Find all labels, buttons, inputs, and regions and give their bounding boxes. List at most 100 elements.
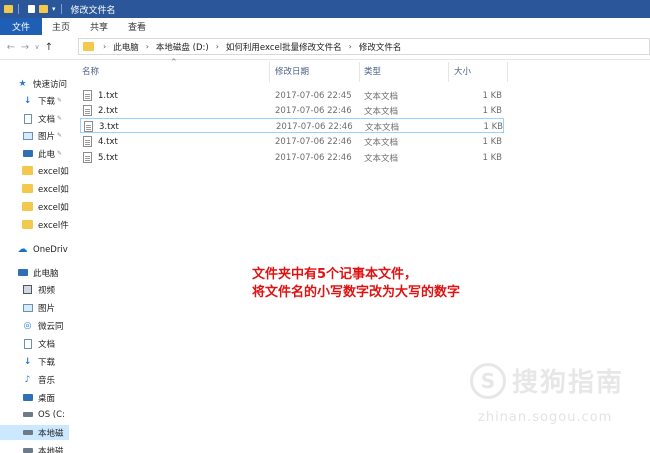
breadcrumb-this-pc[interactable]: 此电脑: [110, 41, 142, 53]
file-date: 2017-07-06 22:46: [275, 152, 352, 163]
sidebar-item-downloads-pc[interactable]: ↓ 下载: [0, 354, 69, 369]
sidebar-item-drive-c[interactable]: OS (C:: [0, 407, 69, 422]
file-size: 1 KB: [482, 136, 502, 147]
sidebar-item-downloads[interactable]: ↓ 下载 ✎: [0, 93, 69, 108]
back-arrow-icon[interactable]: ←: [4, 42, 18, 53]
sidebar-item-desktop[interactable]: 桌面: [0, 390, 69, 405]
sidebar-item-label: 本地磁: [38, 428, 64, 439]
sidebar-item-label: 音乐: [38, 375, 56, 386]
sidebar-item-drive-d[interactable]: 本地磁: [0, 425, 69, 440]
picture-icon: [22, 131, 33, 141]
chevron-right-icon[interactable]: ›: [212, 42, 223, 51]
quick-access-dropdown-icon[interactable]: ▾: [52, 5, 56, 13]
download-icon: ↓: [23, 356, 32, 367]
file-row[interactable]: 2.txt 2017-07-06 22:46 文本文档 1 KB: [80, 103, 504, 118]
sidebar-item-label: 视频: [38, 285, 56, 296]
file-type: 文本文档: [364, 137, 399, 148]
chevron-right-icon[interactable]: ›: [142, 42, 153, 51]
window-title: 修改文件名: [70, 5, 116, 16]
column-divider[interactable]: [507, 62, 508, 82]
sidebar-item-folder[interactable]: excel如: [0, 199, 69, 214]
sidebar-item-label: 文档: [38, 114, 56, 125]
text-file-icon: [83, 136, 92, 147]
music-icon: ♪: [24, 374, 31, 385]
recent-locations-icon[interactable]: ∨: [32, 43, 42, 51]
navigation-bar: ← → ∨ ↑ › 此电脑 › 本地磁盘 (D:) › 如何利用excel批量修…: [0, 35, 650, 60]
sidebar-item-label: 下载: [38, 96, 56, 107]
column-header-name[interactable]: 名称: [82, 60, 99, 82]
file-row-selected[interactable]: 3.txt 2017-07-06 22:46 文本文档 1 KB: [80, 118, 504, 133]
sidebar-item-label: 本地磁: [38, 446, 64, 453]
new-folder-icon[interactable]: [39, 5, 48, 13]
column-header-date[interactable]: 修改日期: [275, 60, 309, 82]
text-file-icon: [83, 90, 92, 101]
sidebar-item-documents[interactable]: 文档 ✎: [0, 111, 69, 126]
properties-icon[interactable]: [28, 5, 35, 13]
tab-file[interactable]: 文件: [0, 18, 43, 35]
forward-arrow-icon[interactable]: →: [18, 42, 32, 53]
sidebar-item-label: excel如: [38, 202, 69, 213]
file-name: 1.txt: [98, 90, 118, 101]
sidebar-item-label: 快速访问: [33, 79, 68, 90]
folder-icon: [22, 166, 33, 176]
sidebar-item-quick-access[interactable]: ★ 快速访问: [0, 76, 69, 91]
sidebar-item-label: 桌面: [38, 393, 56, 404]
sidebar-item-documents-pc[interactable]: 文档: [0, 336, 69, 351]
chevron-right-icon[interactable]: ›: [345, 42, 356, 51]
tab-view[interactable]: 查看: [118, 18, 156, 35]
drive-icon: [22, 410, 33, 420]
sidebar-item-weiyun[interactable]: ◎ 微云同: [0, 318, 69, 333]
breadcrumb-parent-folder[interactable]: 如何利用excel批量修改文件名: [223, 41, 345, 53]
column-header-size[interactable]: 大小: [454, 60, 471, 82]
folder-icon: [22, 202, 33, 212]
sidebar-item-folder[interactable]: excel如: [0, 163, 69, 178]
column-header-type[interactable]: 类型: [364, 60, 381, 82]
file-size: 1 KB: [483, 121, 503, 132]
column-divider[interactable]: [448, 62, 449, 82]
file-row[interactable]: 1.txt 2017-07-06 22:45 文本文档 1 KB: [80, 88, 504, 103]
video-icon: [22, 285, 33, 295]
sidebar-item-folder[interactable]: excel件: [0, 217, 69, 232]
chevron-right-icon[interactable]: ›: [99, 42, 110, 51]
ribbon-tabs: 文件 主页 共享 查看: [0, 18, 650, 36]
computer-icon: [22, 149, 33, 159]
document-icon: [22, 338, 33, 349]
annotation-line: 文件夹中有5个记事本文件，: [252, 267, 418, 282]
tab-share[interactable]: 共享: [80, 18, 118, 35]
file-date: 2017-07-06 22:45: [275, 90, 352, 101]
column-divider[interactable]: [269, 62, 270, 82]
sidebar-item-label: 微云同: [38, 321, 64, 332]
column-divider[interactable]: [359, 62, 360, 82]
sidebar-item-folder[interactable]: excel如: [0, 181, 69, 196]
file-name: 2.txt: [98, 105, 118, 116]
sidebar-item-pictures-pc[interactable]: 图片: [0, 300, 69, 315]
watermark-brand: 搜狗指南: [512, 368, 625, 398]
file-size: 1 KB: [482, 152, 502, 163]
sidebar-item-music[interactable]: ♪ 音乐: [0, 372, 69, 387]
cloud-icon: ☁: [17, 244, 28, 255]
sidebar-item-pictures[interactable]: 图片 ✎: [0, 128, 69, 143]
file-name-cell: 4.txt: [83, 134, 118, 149]
pin-icon: ✎: [57, 150, 63, 157]
file-name: 3.txt: [99, 121, 119, 132]
up-arrow-icon[interactable]: ↑: [42, 42, 56, 53]
text-file-icon: [83, 152, 92, 163]
navigation-pane: ★ 快速访问 ↓ 下载 ✎ 文档 ✎ 图片 ✎ 此电 ✎ excel如 exce…: [0, 60, 69, 453]
sidebar-item-label: OS (C:: [38, 409, 65, 420]
sidebar-item-this-pc-pinned[interactable]: 此电 ✎: [0, 146, 69, 161]
file-row[interactable]: 4.txt 2017-07-06 22:46 文本文档 1 KB: [80, 134, 504, 149]
address-bar[interactable]: › 此电脑 › 本地磁盘 (D:) › 如何利用excel批量修改文件名 › 修…: [78, 38, 650, 55]
sidebar-item-videos[interactable]: 视频: [0, 282, 69, 297]
sidebar-item-label: 图片: [38, 131, 56, 142]
sidebar-item-drive-e[interactable]: 本地磁: [0, 443, 69, 453]
file-row[interactable]: 5.txt 2017-07-06 22:46 文本文档 1 KB: [80, 150, 504, 165]
sidebar-item-this-pc[interactable]: 此电脑: [0, 265, 69, 280]
breadcrumb-local-disk[interactable]: 本地磁盘 (D:): [153, 41, 212, 53]
file-date: 2017-07-06 22:46: [276, 121, 353, 132]
computer-icon: [17, 268, 28, 278]
sidebar-item-onedrive[interactable]: ☁ OneDriv: [0, 242, 69, 257]
tab-home[interactable]: 主页: [42, 18, 80, 35]
sidebar-item-label: excel如: [38, 166, 69, 177]
file-name: 5.txt: [98, 152, 118, 163]
breadcrumb-current-folder[interactable]: 修改文件名: [356, 41, 405, 53]
